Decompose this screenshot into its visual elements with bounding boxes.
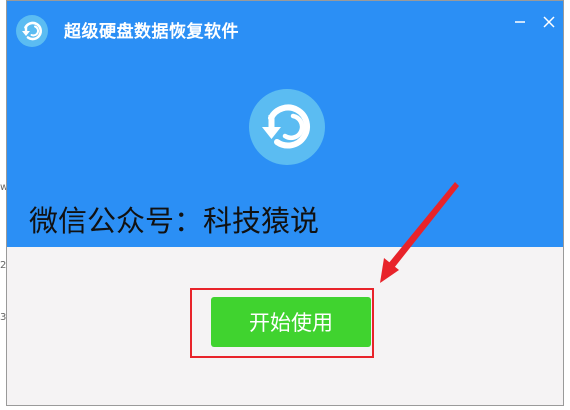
recovery-logo-icon (249, 89, 325, 165)
promo-text: 微信公众号：科技猿说 (29, 204, 320, 238)
close-icon[interactable] (538, 11, 560, 33)
window-title: 超级硬盘数据恢复软件 (64, 22, 239, 42)
header-panel: 超级硬盘数据恢复软件 微信公众号：科技猿说 (7, 1, 563, 247)
minimize-icon[interactable] (509, 11, 531, 33)
app-window: 超级硬盘数据恢复软件 微信公众号：科技猿说 开始使用 (6, 0, 564, 406)
title-bar: 超级硬盘数据恢复软件 (7, 1, 563, 59)
start-button[interactable]: 开始使用 (211, 297, 371, 347)
recovery-logo-icon (16, 15, 48, 47)
